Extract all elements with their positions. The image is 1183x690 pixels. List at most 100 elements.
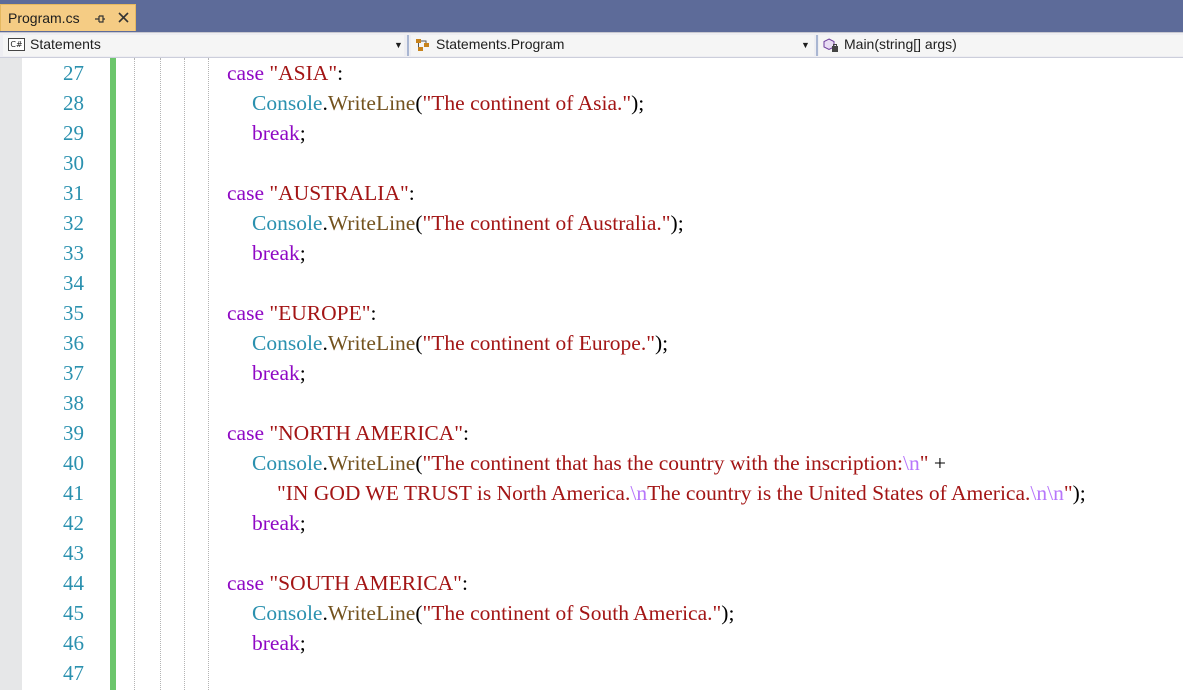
line-number: 31 (63, 181, 84, 205)
line-number: 36 (63, 331, 84, 355)
glyph-margin[interactable] (0, 58, 22, 690)
code-token: case (227, 421, 264, 445)
code-line[interactable]: Console.WriteLine("The continent of Sout… (252, 598, 734, 628)
code-token: ); (631, 91, 645, 115)
indent-guide (208, 58, 209, 690)
code-token: "SOUTH AMERICA" (269, 571, 462, 595)
code-token: "EUROPE" (269, 301, 371, 325)
code-token: ); (721, 601, 735, 625)
code-token: ; (299, 241, 306, 265)
line-number: 46 (63, 631, 84, 655)
code-token: The country is the United States of Amer… (647, 481, 1031, 505)
code-line[interactable]: case "ASIA": (227, 58, 343, 88)
code-token: WriteLine (327, 331, 416, 355)
code-token: case (227, 301, 264, 325)
code-line[interactable]: break; (252, 358, 306, 388)
code-token: "The continent that has the country with… (422, 451, 903, 475)
code-line[interactable]: case "EUROPE": (227, 298, 377, 328)
code-token: ( (415, 331, 423, 355)
code-token: ; (299, 121, 306, 145)
line-number: 33 (63, 241, 84, 265)
code-token: : (463, 421, 470, 445)
chevron-down-icon: ▼ (801, 40, 810, 50)
code-token: : (337, 61, 344, 85)
code-token: \n\n (1030, 481, 1064, 505)
code-token: ( (415, 211, 423, 235)
code-line[interactable]: Console.WriteLine("The continent of Aust… (252, 208, 684, 238)
class-icon (414, 37, 432, 58)
csharp-project-icon: C# (8, 38, 25, 51)
code-editor[interactable]: 27 28 29 30 31 32 33 34 35 36 37 38 39 40 41 42 43 44 45 46… (0, 58, 1183, 690)
code-token: ); (1072, 481, 1086, 505)
line-number: 39 (63, 421, 84, 445)
line-number: 34 (63, 271, 84, 295)
code-line[interactable]: break; (252, 628, 306, 658)
code-token: ); (655, 331, 669, 355)
code-token: Console (252, 91, 323, 115)
tab-program-cs[interactable]: Program.cs (0, 4, 136, 31)
line-number: 32 (63, 211, 84, 235)
code-line[interactable]: break; (252, 508, 306, 538)
code-token: ( (415, 91, 423, 115)
code-token: Console (252, 331, 323, 355)
code-line[interactable]: case "SOUTH AMERICA": (227, 568, 468, 598)
code-token: break (252, 361, 300, 385)
pin-icon[interactable] (94, 10, 106, 26)
line-number-margin: 27 28 29 30 31 32 33 34 35 36 37 38 39 40 41 42 43 44 45 46… (22, 58, 88, 690)
code-token: ; (299, 361, 306, 385)
document-tab-strip: Program.cs (0, 0, 1183, 32)
line-number: 35 (63, 301, 84, 325)
code-token: : (408, 181, 415, 205)
tab-title: Program.cs (8, 10, 80, 26)
code-token: ; (299, 511, 306, 535)
code-token: Console (252, 211, 323, 235)
code-line[interactable]: Console.WriteLine("The continent of Asia… (252, 88, 644, 118)
code-token: case (227, 181, 264, 205)
code-line[interactable]: Console.WriteLine("The continent that ha… (252, 448, 946, 478)
close-icon[interactable] (117, 8, 130, 26)
code-token: : (461, 571, 468, 595)
code-token: " (1063, 481, 1073, 505)
code-token: break (252, 511, 300, 535)
code-token: break (252, 241, 300, 265)
code-token: "The continent of Asia." (422, 91, 632, 115)
code-line[interactable]: Console.WriteLine("The continent of Euro… (252, 328, 668, 358)
code-token: WriteLine (327, 91, 416, 115)
line-number: 41 (63, 481, 84, 505)
code-token: "AUSTRALIA" (269, 181, 409, 205)
code-token: WriteLine (327, 601, 416, 625)
code-token: \n (630, 481, 648, 505)
line-number: 28 (63, 91, 84, 115)
line-number: 38 (63, 391, 84, 415)
code-line[interactable]: "IN GOD WE TRUST is North America.\nThe … (277, 478, 1086, 508)
code-token: "IN GOD WE TRUST is North America. (277, 481, 631, 505)
line-number: 27 (63, 61, 84, 85)
code-token: + (928, 451, 947, 475)
project-dropdown[interactable]: C# Statements ▼ (3, 35, 404, 56)
code-token: "The continent of Australia." (422, 211, 671, 235)
code-line[interactable]: case "NORTH AMERICA": (227, 418, 469, 448)
code-token: : (370, 301, 377, 325)
code-line[interactable]: break; (252, 118, 306, 148)
type-dropdown[interactable]: Statements.Program ▼ (411, 35, 814, 56)
code-token: "ASIA" (269, 61, 338, 85)
code-token: "The continent of Europe." (422, 331, 655, 355)
code-token: ); (670, 211, 684, 235)
line-number: 43 (63, 541, 84, 565)
member-dropdown[interactable]: Main(string[] args) (819, 35, 1183, 56)
change-tracking-bar (110, 58, 116, 690)
indent-guide (160, 58, 161, 690)
code-line[interactable]: break; (252, 238, 306, 268)
code-token: ( (415, 451, 423, 475)
member-label: Main(string[] args) (844, 36, 957, 52)
line-number: 44 (63, 571, 84, 595)
code-token: WriteLine (327, 211, 416, 235)
chevron-down-icon: ▼ (394, 40, 403, 50)
line-number: 47 (63, 661, 84, 685)
code-token: \n (903, 451, 920, 475)
project-label: Statements (30, 36, 101, 52)
code-token: "The continent of South America." (422, 601, 722, 625)
code-line[interactable]: case "AUSTRALIA": (227, 178, 415, 208)
line-number: 42 (63, 511, 84, 535)
code-token: case (227, 61, 264, 85)
